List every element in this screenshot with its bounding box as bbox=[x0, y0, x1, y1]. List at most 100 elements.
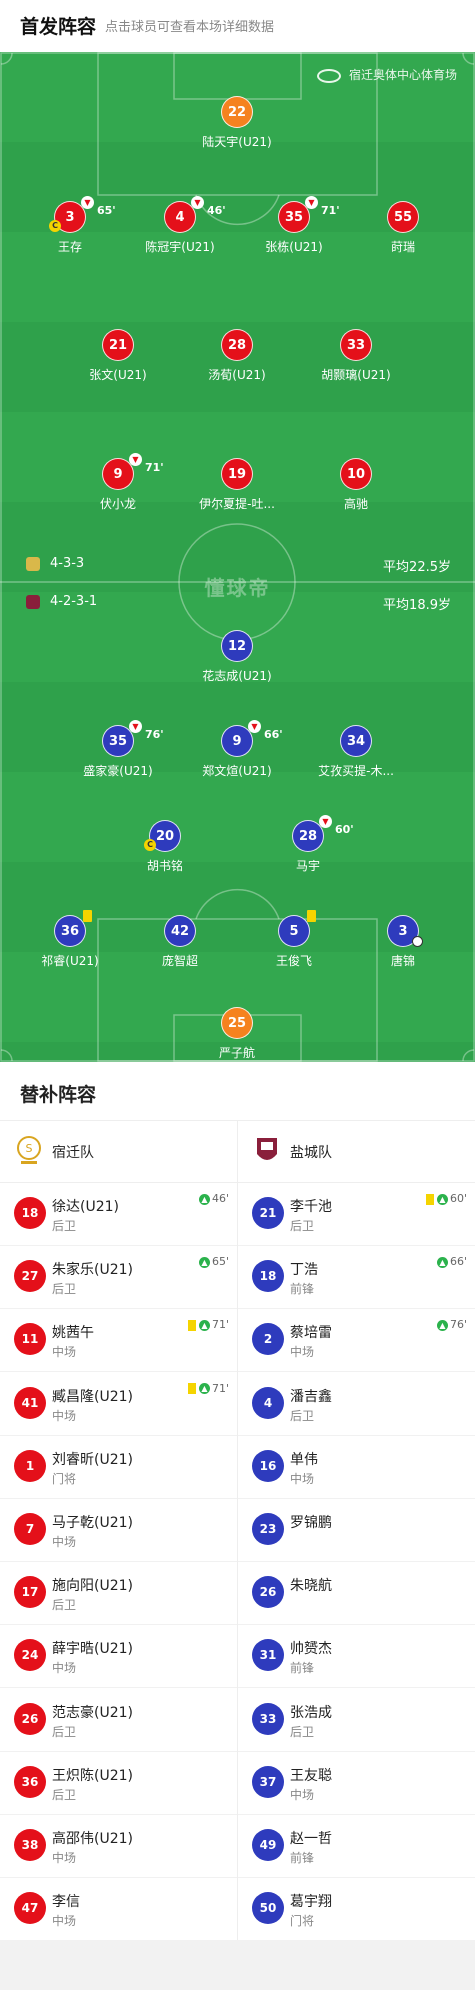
home-player[interactable]: 10 高驰 bbox=[296, 458, 416, 512]
sub-number: 49 bbox=[252, 1829, 284, 1861]
sub-name: 罗锦鹏 bbox=[290, 1515, 332, 1531]
goal-ball-icon bbox=[412, 936, 423, 947]
sub-name: 李信 bbox=[52, 1894, 80, 1911]
sub-position: 前锋 bbox=[290, 1282, 315, 1297]
away-sub-row[interactable]: 16 单伟 中场 bbox=[238, 1435, 475, 1499]
home-team-header[interactable]: S 宿迁队 bbox=[0, 1120, 237, 1182]
away-player[interactable]: 34 艾孜买提-木... bbox=[296, 725, 416, 779]
sub-position: 前锋 bbox=[290, 1661, 315, 1676]
home-player[interactable]: 55 莳瑞 bbox=[343, 201, 463, 255]
away-player[interactable]: 25 严子航 bbox=[177, 1007, 297, 1061]
sub-name: 李千池 bbox=[290, 1199, 332, 1215]
home-sub-row[interactable]: 27 朱家乐(U21) 后卫 ▲ 65' bbox=[0, 1245, 237, 1310]
sub-position: 后卫 bbox=[290, 1219, 315, 1233]
sub-number: 31 bbox=[252, 1639, 284, 1672]
home-player[interactable]: 19 伊尔夏提-吐... bbox=[177, 458, 297, 512]
player-name: 花志成(U21) bbox=[202, 669, 272, 683]
player-number: 25 bbox=[221, 1007, 253, 1039]
away-sub-row[interactable]: 33 张浩成 后卫 bbox=[238, 1688, 475, 1752]
home-player[interactable]: 9 ▼ 71' 伏小龙 bbox=[58, 453, 178, 512]
sub-name: 姚茜午 bbox=[52, 1325, 94, 1342]
away-sub-row[interactable]: 2 蔡培雷 中场 ▲ 76' bbox=[238, 1308, 475, 1373]
away-player[interactable]: 5 王俊飞 bbox=[234, 910, 354, 969]
sub-position: 门将 bbox=[290, 1914, 315, 1929]
away-player[interactable]: 36 祁睿(U21) bbox=[10, 910, 130, 969]
home-sub-row[interactable]: 18 徐达(U21) 后卫 ▲ 46' bbox=[0, 1182, 237, 1246]
away-player[interactable]: 35 ▼ 76' 盛家豪(U21) bbox=[58, 720, 178, 779]
substitution-in-icon: ▲ bbox=[198, 1193, 210, 1205]
captain-icon: C bbox=[49, 220, 61, 232]
home-player[interactable]: 21 张文(U21) bbox=[58, 329, 178, 383]
home-sub-row[interactable]: 11 姚茜午 中场 ▲ 71' bbox=[0, 1308, 237, 1373]
yellow-card-icon bbox=[83, 910, 92, 922]
away-team-header[interactable]: 盐城队 bbox=[238, 1120, 475, 1182]
substitution-out-icon: ▼ bbox=[81, 196, 94, 209]
home-sub-row[interactable]: 17 施向阳(U21) 后卫 bbox=[0, 1561, 237, 1626]
home-player[interactable]: 35 ▼ 71' 张栋(U21) bbox=[234, 196, 354, 255]
yellow-card-icon bbox=[425, 1193, 434, 1205]
away-sub-row[interactable]: 37 王友聪 中场 bbox=[238, 1751, 475, 1815]
sub-name: 王友聪 bbox=[290, 1767, 332, 1784]
player-name: 高驰 bbox=[343, 497, 368, 511]
player-number: 22 bbox=[221, 96, 253, 128]
home-sub-row[interactable]: 38 高邵伟(U21) 中场 bbox=[0, 1814, 237, 1878]
away-sub-row[interactable]: 18 丁浩 前锋 ▲ 66' bbox=[238, 1245, 475, 1310]
sub-number: 26 bbox=[252, 1576, 284, 1609]
player-number: 19 bbox=[221, 458, 253, 490]
home-sub-row[interactable]: 47 李信中场 bbox=[0, 1877, 237, 1942]
player-name: 莳瑞 bbox=[390, 240, 415, 254]
player-number: 10 bbox=[340, 458, 372, 490]
substitution-minute: 60' bbox=[335, 823, 354, 836]
sub-position: 后卫 bbox=[52, 1219, 77, 1233]
home-player[interactable]: 28 汤荀(U21) bbox=[177, 329, 297, 383]
home-sub-row[interactable]: 36 王炽陈(U21) 后卫 bbox=[0, 1751, 237, 1815]
sub-position: 中场 bbox=[52, 1914, 77, 1929]
home-player[interactable]: 3 ▼ 65' C 王存 bbox=[10, 196, 130, 255]
home-player[interactable]: 22 陆天宇(U21) bbox=[177, 96, 297, 150]
sub-position: 前锋 bbox=[290, 1851, 315, 1865]
away-sub-row[interactable]: 23 罗锦鹏 bbox=[238, 1498, 475, 1562]
sub-number: 27 bbox=[14, 1260, 46, 1293]
sub-number: 4 bbox=[252, 1386, 284, 1419]
subs-header: 替补阵容 bbox=[0, 1062, 475, 1121]
away-sub-row[interactable]: 21 李千池 后卫 ▲ 60' bbox=[238, 1182, 475, 1246]
sub-number: 47 bbox=[14, 1892, 46, 1925]
player-name: 盛家豪(U21) bbox=[83, 764, 153, 778]
home-sub-row[interactable]: 24 薛宇晧(U21) 中场 bbox=[0, 1624, 237, 1689]
sub-position: 后卫 bbox=[52, 1598, 77, 1613]
away-player[interactable]: 12 花志成(U21) bbox=[177, 630, 297, 684]
away-player[interactable]: 28 ▼ 60' 马宇 bbox=[248, 815, 368, 874]
home-team-badge-icon bbox=[26, 556, 40, 571]
home-sub-row[interactable]: 7 马子乾(U21) 中场 bbox=[0, 1498, 237, 1562]
home-player[interactable]: 33 胡颢璃(U21) bbox=[296, 329, 416, 383]
home-sub-row[interactable]: 1 刘睿昕(U21) 门将 bbox=[0, 1435, 237, 1499]
away-player[interactable]: 42 庞智超 bbox=[120, 915, 240, 969]
away-sub-row[interactable]: 4 潘吉鑫 后卫 bbox=[238, 1372, 475, 1436]
away-player[interactable]: 20 C 胡书铭 bbox=[105, 820, 225, 874]
sub-name: 赵一哲 bbox=[290, 1831, 332, 1847]
player-number: 3 bbox=[387, 915, 423, 947]
away-sub-row[interactable]: 50 葛宇翔 门将 bbox=[238, 1877, 475, 1942]
away-player[interactable]: 9 ▼ 66' 郑文煊(U21) bbox=[177, 720, 297, 779]
away-sub-row[interactable]: 31 帅赟杰 前锋 bbox=[238, 1624, 475, 1689]
player-number: 35 ▼ 76' bbox=[102, 720, 164, 757]
sub-number: 18 bbox=[252, 1260, 284, 1293]
sub-number: 37 bbox=[252, 1765, 284, 1798]
substitution-minute: 71' bbox=[321, 204, 340, 217]
away-player[interactable]: 3 唐锦 bbox=[343, 915, 463, 969]
away-sub-row[interactable]: 26 朱晓航 bbox=[238, 1561, 475, 1626]
sub-name: 单伟 bbox=[290, 1451, 318, 1468]
substitution-in-icon: ▲ bbox=[198, 1256, 210, 1268]
venue-name: 宿迁奥体中心体育场 bbox=[348, 68, 457, 82]
stadium-icon bbox=[316, 68, 341, 83]
sub-event: ▲ 66' bbox=[436, 1255, 467, 1268]
home-sub-row[interactable]: 26 范志豪(U21) 后卫 bbox=[0, 1688, 237, 1752]
away-sub-row[interactable]: 49 赵一哲前锋 bbox=[238, 1814, 475, 1878]
player-number: 55 bbox=[387, 201, 419, 233]
home-player[interactable]: 4 ▼ 46' 陈冠宇(U21) bbox=[120, 196, 240, 255]
sub-number: 26 bbox=[14, 1702, 46, 1735]
sub-position: 中场 bbox=[52, 1408, 77, 1423]
svg-text:S: S bbox=[26, 1142, 33, 1155]
player-name: 庞智超 bbox=[161, 954, 198, 968]
home-sub-row[interactable]: 41 臧昌隆(U21) 中场 ▲ 71' bbox=[0, 1372, 237, 1436]
